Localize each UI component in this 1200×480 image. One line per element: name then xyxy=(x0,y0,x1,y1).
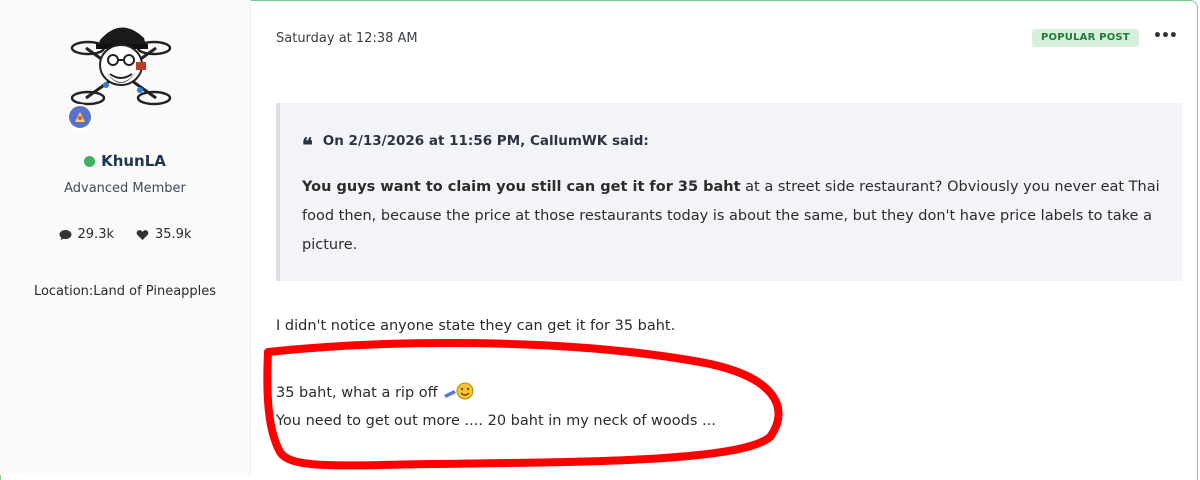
like-count-value: 35.9k xyxy=(155,227,192,242)
author-location: Location:Land of Pineapples xyxy=(33,284,217,299)
author-name[interactable]: KhunLA xyxy=(101,152,166,170)
more-options-button[interactable]: ••• xyxy=(1153,28,1178,44)
online-status-icon xyxy=(84,155,96,167)
post-date[interactable]: Saturday at 12:38 AM xyxy=(276,31,418,46)
author-stats: 29.3k 35.9k xyxy=(0,227,250,242)
quote-block: ❝ On 2/13/2026 at 11:56 PM, CallumWK sai… xyxy=(276,103,1182,281)
emoji-icon xyxy=(443,382,474,400)
author-name-row: KhunLA xyxy=(0,152,250,170)
popular-post-badge: POPULAR POST xyxy=(1032,29,1139,47)
quote-icon: ❝ xyxy=(302,133,313,157)
quote-bold-text: You guys want to claim you still can get… xyxy=(302,179,741,195)
post-count-value: 29.3k xyxy=(77,227,114,242)
post-paragraph-1: I didn't notice anyone state they can ge… xyxy=(276,318,676,334)
quote-text: You guys want to claim you still can get… xyxy=(302,173,1162,260)
post-line-2-text: 35 baht, what a rip off xyxy=(276,385,438,401)
comment-icon xyxy=(59,229,72,240)
quote-citation-text: On 2/13/2026 at 11:56 PM, CallumWK said: xyxy=(322,133,649,149)
like-count: 35.9k xyxy=(136,227,191,242)
member-badge-icon xyxy=(67,104,93,130)
quote-citation[interactable]: ❝ On 2/13/2026 at 11:56 PM, CallumWK sai… xyxy=(302,133,649,157)
heart-icon xyxy=(136,229,149,240)
post-paragraph-3: You need to get out more .... 20 baht in… xyxy=(276,413,716,429)
post-count: 29.3k xyxy=(59,227,114,242)
post-paragraph-2: 35 baht, what a rip off xyxy=(276,381,476,401)
author-panel: KhunLA Advanced Member 29.3k 35.9k Locat… xyxy=(0,0,251,475)
author-rank: Advanced Member xyxy=(64,181,186,196)
